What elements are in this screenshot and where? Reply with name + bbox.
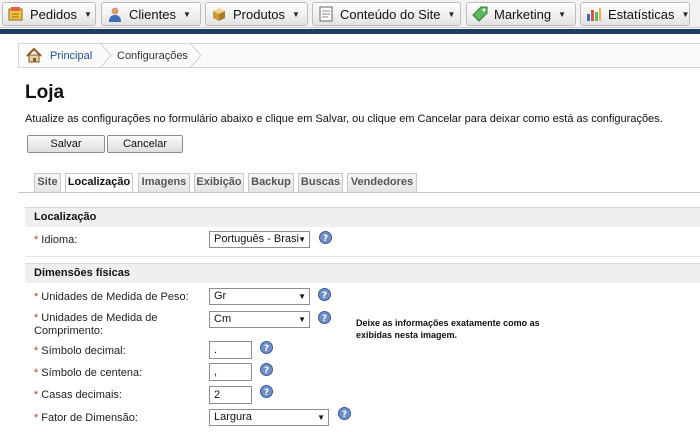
- help-icon[interactable]: ?: [260, 385, 273, 398]
- nav-pedidos[interactable]: Pedidos ▼: [2, 2, 96, 26]
- breadcrumb-separator: [99, 43, 112, 68]
- required-mark: *: [34, 367, 39, 379]
- label-text: Casas decimais:: [41, 389, 122, 401]
- top-navigation: Pedidos ▼ Clientes ▼ Produtos ▼ Conteúdo…: [0, 0, 700, 28]
- tab-baseline: [18, 192, 700, 193]
- products-icon: [213, 8, 225, 21]
- statistics-icon: [587, 8, 601, 21]
- cancel-button[interactable]: Cancelar: [107, 135, 183, 153]
- decimal-symbol-input[interactable]: .: [209, 341, 252, 359]
- label-text: Símbolo de centena:: [41, 367, 143, 379]
- svg-text:?: ?: [264, 344, 269, 354]
- label-text: Fator de Dimensão:: [41, 412, 138, 424]
- required-mark: *: [34, 345, 39, 357]
- field-label-comprimento-line2: Comprimento:: [34, 325, 104, 337]
- nav-divider: [0, 29, 700, 34]
- breadcrumb-separator: [189, 43, 202, 68]
- breadcrumb-home-link[interactable]: Principal: [50, 50, 92, 62]
- tab-buscas[interactable]: Buscas: [298, 173, 343, 192]
- marketing-icon: [472, 6, 488, 22]
- required-mark: *: [34, 312, 39, 324]
- customers-icon: [109, 7, 121, 22]
- svg-text:?: ?: [322, 314, 327, 324]
- chevron-down-icon: ▼: [298, 315, 306, 324]
- chevron-down-icon: ▼: [292, 9, 300, 19]
- peso-unit-select[interactable]: Gr ▼: [209, 288, 310, 305]
- save-button[interactable]: Salvar: [27, 135, 105, 153]
- section-header-dimensoes: Dimensões físicas: [25, 263, 700, 283]
- divider: [25, 256, 700, 257]
- tab-exibicao[interactable]: Exibição: [194, 173, 244, 192]
- nav-produtos[interactable]: Produtos ▼: [205, 2, 308, 26]
- required-mark: *: [34, 412, 39, 424]
- label-text: Idioma:: [41, 234, 78, 246]
- field-label-comprimento: * Unidades de Medida de: [34, 312, 157, 325]
- required-mark: *: [34, 234, 39, 246]
- decimal-places-input[interactable]: 2: [209, 386, 252, 404]
- page-title: Loja: [25, 82, 65, 103]
- nav-label: Produtos: [233, 6, 286, 22]
- label-text: Unidades de Medida de Peso:: [41, 291, 189, 303]
- svg-text:?: ?: [342, 410, 347, 420]
- chevron-down-icon: ▼: [558, 9, 566, 19]
- idioma-select[interactable]: Português - Brasi ▼: [209, 231, 310, 248]
- nav-label: Conteúdo do Site: [340, 6, 441, 22]
- breadcrumb-current: Configurações: [117, 50, 188, 62]
- home-icon[interactable]: [26, 48, 42, 63]
- field-label-peso: * Unidades de Medida de Peso:: [34, 291, 189, 304]
- label-text: Unidades de Medida de: [41, 312, 158, 324]
- nav-label: Clientes: [129, 6, 176, 22]
- field-label-decimal: * Símbolo decimal:: [34, 345, 126, 358]
- nav-label: Pedidos: [30, 6, 77, 22]
- comprimento-unit-select[interactable]: Cm ▼: [209, 311, 310, 328]
- nav-clientes[interactable]: Clientes ▼: [101, 2, 201, 26]
- chevron-down-icon: ▼: [447, 9, 456, 19]
- chevron-down-icon: ▼: [681, 9, 690, 19]
- svg-text:?: ?: [264, 366, 269, 376]
- nav-estatisticas[interactable]: Estatísticas ▼: [580, 2, 690, 26]
- svg-text:?: ?: [264, 388, 269, 398]
- help-icon[interactable]: ?: [318, 288, 331, 301]
- site-content-icon: [319, 6, 333, 22]
- field-label-fator: * Fator de Dimensão:: [34, 412, 138, 425]
- select-value: Português - Brasi: [214, 233, 299, 245]
- tab-vendedores[interactable]: Vendedores: [347, 173, 417, 192]
- page-intro: Atualize as configurações no formulário …: [25, 113, 663, 125]
- nav-label: Estatísticas: [608, 6, 675, 22]
- section-header-localizacao: Localização: [25, 207, 700, 227]
- dimension-factor-select[interactable]: Largura ▼: [209, 409, 329, 426]
- thousands-symbol-input[interactable]: ,: [209, 363, 252, 381]
- field-label-centena: * Símbolo de centena:: [34, 367, 142, 380]
- help-icon[interactable]: ?: [318, 311, 331, 324]
- help-icon[interactable]: ?: [260, 363, 273, 376]
- select-value: Gr: [214, 290, 227, 302]
- nav-marketing[interactable]: Marketing ▼: [466, 2, 576, 26]
- field-label-idioma: * Idioma:: [34, 234, 77, 247]
- tab-backup[interactable]: Backup: [248, 173, 294, 192]
- tab-imagens[interactable]: Imagens: [138, 173, 190, 192]
- label-text: Símbolo decimal:: [41, 345, 126, 357]
- help-icon[interactable]: ?: [338, 407, 351, 420]
- chevron-down-icon: ▼: [298, 292, 306, 301]
- select-value: Cm: [214, 313, 232, 325]
- chevron-down-icon: ▼: [182, 9, 191, 19]
- chevron-down-icon: ▼: [298, 235, 306, 244]
- instruction-note: Deixe as informações exatamente como as …: [356, 318, 540, 340]
- tab-site[interactable]: Site: [34, 173, 61, 192]
- chevron-down-icon: ▼: [317, 413, 325, 422]
- orders-icon: [8, 7, 23, 21]
- help-icon[interactable]: ?: [260, 341, 273, 354]
- breadcrumb: Principal Configurações: [18, 43, 700, 68]
- nav-label: Marketing: [494, 6, 552, 22]
- required-mark: *: [34, 291, 39, 303]
- chevron-down-icon: ▼: [83, 9, 92, 19]
- tab-localizacao[interactable]: Localização: [65, 173, 133, 193]
- field-label-casas: * Casas decimais:: [34, 389, 122, 402]
- nav-conteudo-do-site[interactable]: Conteúdo do Site ▼: [312, 2, 461, 26]
- svg-text:?: ?: [323, 234, 328, 244]
- select-value: Largura: [214, 411, 252, 423]
- help-icon[interactable]: ?: [319, 231, 332, 244]
- svg-text:?: ?: [322, 291, 327, 301]
- required-mark: *: [34, 389, 39, 401]
